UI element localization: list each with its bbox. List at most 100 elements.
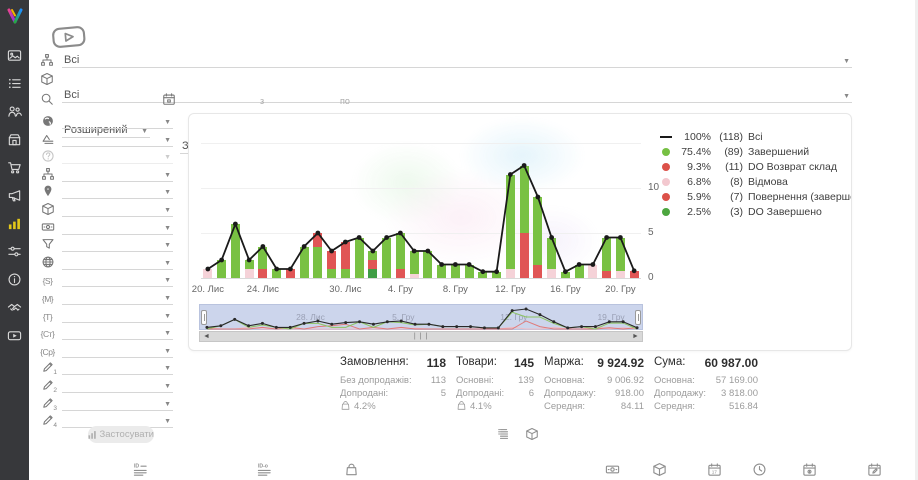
legend-label: Завершений: [748, 146, 809, 158]
filter-select[interactable]: ▼: [62, 236, 173, 252]
column-header-box-icon[interactable]: [652, 462, 668, 480]
filter-select[interactable]: ▼: [62, 219, 173, 235]
x-tick-label: 20. Лис: [192, 284, 224, 295]
category-filter-select[interactable]: Всі▼: [62, 52, 852, 68]
sidebar-item-window-image-icon[interactable]: [7, 47, 23, 63]
filter-select[interactable]: ▼: [62, 395, 173, 411]
main-sidebar: [0, 0, 29, 480]
apply-filters-button[interactable]: Застосувати: [88, 426, 154, 443]
sidebar-item-sliders-icon[interactable]: [7, 243, 23, 259]
legend-count: (7): [717, 191, 743, 203]
stat-sub-label: Без допродажів:: [340, 374, 412, 387]
stat-title: Маржа:: [544, 356, 584, 370]
sidebar-item-megaphone-icon[interactable]: [7, 187, 23, 203]
sitemap-icon: [40, 167, 55, 181]
view-toggle-align-list-icon[interactable]: [497, 427, 512, 442]
filter-select[interactable]: ▼: [62, 131, 173, 147]
sidebar-item-chart-icon[interactable]: [7, 215, 23, 231]
legend-item[interactable]: 6.8% (8) Відмова: [659, 174, 852, 189]
app-logo-icon[interactable]: [5, 6, 25, 31]
filter-select[interactable]: ▼: [62, 289, 173, 305]
sidebar-item-video-icon[interactable]: [7, 327, 23, 343]
column-header-calendar-lock-icon[interactable]: [802, 462, 818, 480]
legend-item[interactable]: 75.4% (89) Завершений: [659, 144, 852, 159]
view-toggles: [497, 427, 540, 442]
banknote-icon: [40, 220, 55, 234]
scroll-left-arrow-icon[interactable]: ◄: [203, 333, 210, 340]
filter-select[interactable]: ▼: [62, 307, 173, 323]
stat-value: 118: [427, 356, 446, 370]
legend-dot-marker: [662, 148, 670, 156]
filter-select[interactable]: ▼: [62, 201, 173, 217]
legend-percent: 9.3%: [677, 161, 711, 173]
chevron-down-icon: ▼: [164, 189, 171, 196]
legend-label: Повернення (завершений): [748, 191, 852, 203]
chevron-down-icon: ▼: [164, 137, 171, 144]
column-header-id-lines-icon[interactable]: ID: [133, 462, 149, 480]
filter-row-14: {Cр}▼: [40, 342, 173, 358]
badge-icon: {S}: [40, 276, 55, 286]
scroll-right-arrow-icon[interactable]: ►: [632, 333, 639, 340]
navigator-left-handle[interactable]: [201, 310, 207, 325]
sidebar-item-handshake-icon[interactable]: [7, 299, 23, 315]
x-tick-label: 4. Гру: [388, 284, 413, 295]
legend-dot-marker: [662, 208, 670, 216]
filter-select[interactable]: ▼: [62, 342, 173, 358]
product-filter-select[interactable]: Всі▼: [62, 87, 852, 103]
navigator-range[interactable]: 28. Лис5. Гру12. Гру19. Гру: [199, 304, 643, 330]
filter-select[interactable]: ▼: [62, 324, 173, 340]
legend-item[interactable]: 9.3% (11) DO Возврат склад: [659, 159, 852, 174]
video-tutorial-icon[interactable]: [51, 25, 87, 55]
sidebar-item-users-icon[interactable]: [7, 103, 23, 119]
column-header-clock-icon[interactable]: [752, 462, 768, 480]
stat-value: 9 924.92: [597, 356, 644, 370]
legend-item[interactable]: 100% (118) Всі: [659, 129, 852, 144]
total-orders-line: [201, 138, 641, 278]
stat-column: Товари:145Основні:139Допродані:64.1%: [456, 356, 534, 413]
filter-select[interactable]: ▼: [62, 377, 173, 393]
sidebar-item-list-icon[interactable]: [7, 75, 23, 91]
filter-select[interactable]: ▼: [62, 166, 173, 182]
filter-select[interactable]: ▼: [62, 254, 173, 270]
globe-lines-icon: [40, 255, 55, 269]
chart-legend: 100% (118) Всі 75.4% (89) Завершений 9.3…: [659, 129, 852, 219]
filter-select[interactable]: ▼: [62, 148, 173, 164]
legend-label: Відмова: [748, 176, 788, 188]
chevron-down-icon: ▼: [164, 295, 171, 302]
legend-item[interactable]: 5.9% (7) Повернення (завершений): [659, 189, 852, 204]
globe-solid-icon: [40, 114, 55, 128]
sidebar-item-cart-icon[interactable]: [7, 159, 23, 175]
product-filter-value: Всі: [64, 89, 79, 101]
filter-row-10: {S} ▼: [40, 271, 173, 287]
stat-sub-value: 57 169.00: [716, 374, 758, 387]
chevron-down-icon: ▼: [164, 401, 171, 408]
filter-row-8: ▼: [40, 236, 173, 252]
scrollbar-grip[interactable]: | | |: [414, 333, 428, 340]
bag-icon: [456, 400, 467, 411]
column-header-banknote-icon[interactable]: [605, 462, 621, 480]
filter-select[interactable]: ▼: [62, 183, 173, 199]
sidebar-item-info-icon[interactable]: [7, 271, 23, 287]
column-header-id-o-lines-icon[interactable]: ID-o: [257, 462, 273, 480]
column-header-bag-icon[interactable]: [344, 462, 360, 480]
sitemap-icon: [40, 53, 54, 67]
legend-percent: 2.5%: [677, 206, 711, 218]
legend-line-marker: [660, 136, 672, 138]
filter-select[interactable]: ▼: [62, 271, 173, 287]
view-toggle-box-icon[interactable]: [525, 427, 540, 442]
navigator-scrollbar[interactable]: ◄ | | | ►: [199, 331, 643, 342]
filter-select[interactable]: ▼: [62, 359, 173, 375]
stat-sub-value: 6: [529, 387, 534, 400]
apply-button-label: Застосувати: [100, 429, 154, 440]
legend-item[interactable]: 2.5% (3) DO Завершено: [659, 204, 852, 219]
column-header-calendar-17-icon[interactable]: 17: [707, 462, 723, 480]
filter-row-1: ▼: [40, 113, 173, 129]
orders-bar-chart[interactable]: [201, 138, 641, 278]
chevron-down-icon: ▼: [164, 172, 171, 179]
sidebar-item-store-icon[interactable]: [7, 131, 23, 147]
navigator-right-handle[interactable]: [635, 310, 641, 325]
x-tick-label: 24. Лис: [247, 284, 279, 295]
stat-value: 60 987.00: [705, 356, 758, 370]
filter-select[interactable]: ▼: [62, 113, 173, 129]
column-header-calendar-edit-icon[interactable]: [867, 462, 883, 480]
